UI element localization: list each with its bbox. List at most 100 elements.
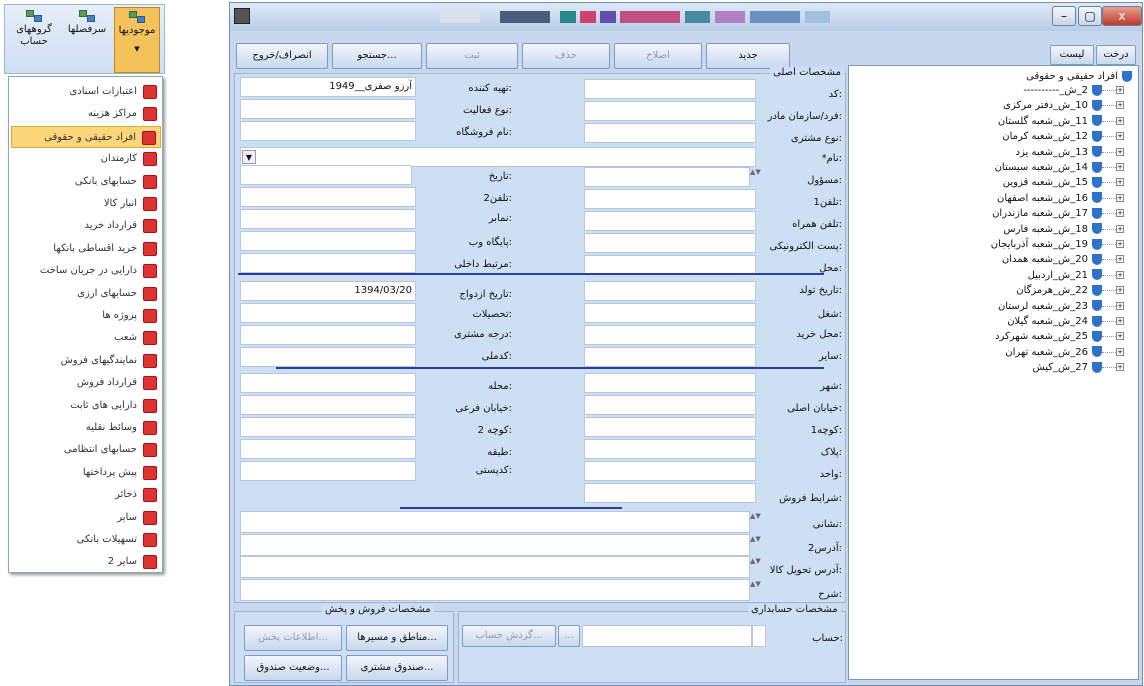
expand-icon[interactable]: + xyxy=(1116,240,1124,248)
expand-icon[interactable]: + xyxy=(1116,178,1124,187)
account-turnover-button[interactable]: گردش حساب... xyxy=(462,625,556,647)
expand-icon[interactable]: + xyxy=(1116,317,1124,325)
menu-item[interactable]: نمایندگیهای فروش xyxy=(11,350,161,372)
menu-item[interactable]: دارایی های ثابت xyxy=(11,395,161,417)
sale-terms-input[interactable] xyxy=(584,483,756,503)
birth-date-input[interactable] xyxy=(584,281,756,301)
fax-input[interactable] xyxy=(240,209,416,229)
date-input[interactable] xyxy=(240,165,412,185)
box-status-button[interactable]: وضعیت صندوق... xyxy=(244,655,342,681)
menu-item[interactable]: حسابهای بانکی xyxy=(11,171,161,193)
tree-node[interactable]: 16_ش_شعبه اصفهان xyxy=(997,192,1102,205)
purchase-place-input[interactable] xyxy=(584,325,756,345)
menu-item[interactable]: تسهیلات بانکی xyxy=(11,529,161,551)
menu-item[interactable]: مراکز هزینه xyxy=(11,103,161,125)
expand-icon[interactable]: + xyxy=(1116,224,1124,233)
tree-node[interactable]: 12_ش_شعبه کرمان xyxy=(1002,130,1102,143)
postal-code-input[interactable] xyxy=(240,461,416,481)
side-street-input[interactable] xyxy=(240,395,416,415)
headings-ribbon-button[interactable]: سرفصلها xyxy=(64,7,110,73)
tree-node[interactable]: 23_ش_شعبه لرستان xyxy=(998,300,1102,313)
customer-grade-input[interactable] xyxy=(240,325,416,345)
maximize-button[interactable]: ▢ xyxy=(1078,6,1102,26)
expand-icon[interactable]: + xyxy=(1116,347,1124,356)
minimize-button[interactable]: – xyxy=(1052,6,1076,26)
name-dropdown-icon[interactable]: ▼ xyxy=(242,150,256,164)
other-input[interactable] xyxy=(584,347,756,367)
customer-type-input[interactable] xyxy=(584,123,756,143)
tree-node[interactable]: 10_ش_دفتر مرکزی xyxy=(1003,99,1102,112)
search-button[interactable]: جستجو... xyxy=(332,43,422,69)
website-input[interactable] xyxy=(240,231,416,251)
activity-input[interactable] xyxy=(240,99,416,119)
tree-node[interactable]: 22_ش_هرمزگان xyxy=(1016,284,1102,297)
account-checkbox[interactable] xyxy=(752,625,766,647)
menu-item[interactable]: اعتبارات اسنادی xyxy=(11,81,161,103)
menu-item[interactable]: وسائط نقلیه xyxy=(11,417,161,439)
delivery-address-spinner[interactable]: ▲▼ xyxy=(750,557,761,577)
regions-routes-button[interactable]: مناطق و مسیرها... xyxy=(346,625,448,651)
tree-view-button[interactable]: درخت xyxy=(1096,45,1136,65)
new-button[interactable]: جدید xyxy=(706,43,790,69)
tree-node[interactable]: 14_ش_شعبه سیستان xyxy=(995,161,1102,174)
menu-item[interactable]: قرارداد فروش xyxy=(11,372,161,394)
expand-icon[interactable]: + xyxy=(1116,209,1124,218)
address2-input[interactable] xyxy=(240,533,750,556)
menu-item[interactable]: کارمندان xyxy=(11,148,161,170)
customer-box-button[interactable]: صندوق مشتری... xyxy=(346,655,448,681)
menu-item[interactable]: خرید اقساطی بانکها xyxy=(11,238,161,260)
menu-item[interactable]: حسابهای انتظامی xyxy=(11,439,161,461)
store-name-input[interactable] xyxy=(240,121,416,141)
responsible-input[interactable] xyxy=(584,167,750,187)
tree-node[interactable]: 18_ش_شعبه فارس xyxy=(1003,223,1102,236)
menu-item[interactable]: انبار کالا xyxy=(11,193,161,215)
district-input[interactable] xyxy=(240,373,416,393)
menu-item[interactable]: پروژه ها xyxy=(11,305,161,327)
address-input[interactable] xyxy=(240,511,750,533)
responsible-spinner[interactable]: ▲▼ xyxy=(750,168,761,188)
alley1-input[interactable] xyxy=(584,417,756,437)
description-input[interactable] xyxy=(240,578,750,601)
expand-icon[interactable]: + xyxy=(1116,163,1124,171)
code-input[interactable] xyxy=(584,79,756,99)
alley2-input[interactable] xyxy=(240,417,416,437)
expand-icon[interactable]: + xyxy=(1116,101,1124,110)
tree-node[interactable]: 20_ش_شعبه همدان xyxy=(1002,253,1102,266)
expand-icon[interactable]: + xyxy=(1116,286,1124,295)
distribution-info-button[interactable]: اطلاعات پخش... xyxy=(244,625,342,651)
email-input[interactable] xyxy=(584,233,756,253)
tree-node[interactable]: 17_ش_شعبه مازندران xyxy=(992,207,1102,220)
menu-item[interactable]: حسابهای ارزی xyxy=(11,283,161,305)
parent-input[interactable] xyxy=(584,101,756,121)
exit-button[interactable]: انصراف/خروج xyxy=(236,43,328,69)
extension-input[interactable] xyxy=(240,253,416,273)
menu-item[interactable]: شعب xyxy=(11,327,161,349)
tree-node[interactable]: 25_ش_شعبه شهرکرد xyxy=(995,330,1102,343)
marriage-date-input[interactable]: 1394/03/20 xyxy=(240,281,416,301)
assets-ribbon-button[interactable]: موجودیها ▼ xyxy=(114,7,160,73)
tree-node[interactable]: 11_ش_شعبه گلستان xyxy=(998,115,1102,128)
national-code-input[interactable] xyxy=(240,347,416,367)
tree-node[interactable]: 15_ش_شعبه قزوین xyxy=(1003,176,1102,189)
expand-icon[interactable]: + xyxy=(1116,255,1124,264)
unit-input[interactable] xyxy=(584,461,756,481)
plate-input[interactable] xyxy=(584,439,756,459)
name-input[interactable] xyxy=(240,147,756,167)
education-input[interactable] xyxy=(240,303,416,323)
expand-icon[interactable]: + xyxy=(1116,270,1124,279)
expand-icon[interactable]: + xyxy=(1116,363,1124,372)
expand-icon[interactable]: + xyxy=(1116,116,1124,125)
expand-icon[interactable]: + xyxy=(1116,193,1124,202)
save-button[interactable]: ثبت xyxy=(426,43,518,69)
city-input[interactable] xyxy=(584,373,756,393)
tree-node[interactable]: 24_ش_شعبه گیلان xyxy=(1007,315,1102,328)
menu-item[interactable]: ذخائر xyxy=(11,484,161,506)
expand-icon[interactable]: + xyxy=(1116,86,1124,94)
place-input[interactable] xyxy=(584,255,756,275)
expand-icon[interactable]: + xyxy=(1116,332,1124,341)
tree-node[interactable]: 2_ش_---------- xyxy=(1023,84,1102,97)
phone2-input[interactable] xyxy=(240,187,416,207)
floor-input[interactable] xyxy=(240,439,416,459)
tree-node[interactable]: 26_ش_شعبه تهران xyxy=(1005,346,1102,359)
delivery-address-input[interactable] xyxy=(240,556,750,578)
